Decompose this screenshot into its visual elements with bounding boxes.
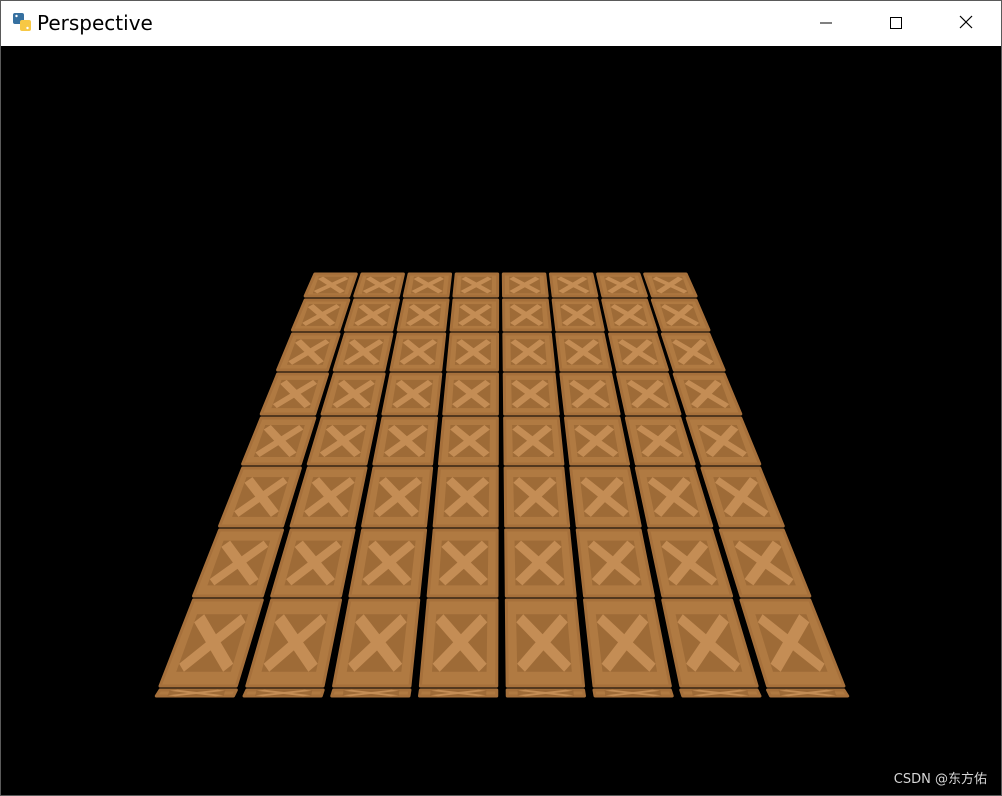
floor-tile xyxy=(449,298,500,332)
floor-tile xyxy=(685,416,762,466)
floor-tile xyxy=(700,466,785,528)
floor-tile xyxy=(218,466,302,528)
floor-tile xyxy=(505,688,586,698)
floor-tile xyxy=(418,688,499,698)
maximize-icon xyxy=(890,14,902,33)
floor-tile xyxy=(389,332,447,372)
watermark: CSDN @东方佑 xyxy=(893,772,987,787)
floor-tile xyxy=(766,688,850,698)
floor-tile xyxy=(501,272,549,298)
python-icon xyxy=(12,12,32,32)
floor-tile xyxy=(270,528,356,598)
minimize-icon xyxy=(820,14,832,33)
floor-tile xyxy=(718,528,812,598)
floor-tile xyxy=(241,416,317,466)
floor-tile xyxy=(583,598,672,688)
floor-tile xyxy=(679,688,762,698)
floor-tile xyxy=(596,272,648,298)
floor-tile xyxy=(289,466,368,528)
floor-tile xyxy=(608,332,669,372)
floor-tile xyxy=(242,688,325,698)
floor-tile xyxy=(154,688,238,698)
floor-tile xyxy=(158,598,264,688)
floor-tile xyxy=(643,272,698,298)
floor-tile xyxy=(303,272,358,298)
close-button[interactable] xyxy=(931,1,1001,46)
window-title: Perspective xyxy=(37,11,153,35)
floor-tile xyxy=(555,332,613,372)
floor-tile xyxy=(372,416,438,466)
floor-tile xyxy=(575,528,655,598)
floor-tile xyxy=(330,688,412,698)
floor-tile xyxy=(332,598,421,688)
floor-tile xyxy=(503,466,571,528)
floor-tile xyxy=(564,416,630,466)
floor-tile xyxy=(502,332,556,372)
minimize-button[interactable] xyxy=(791,1,861,46)
floor-tile xyxy=(504,598,586,688)
floor-tile xyxy=(502,372,560,416)
app-window: Perspective CSDN @东方佑 xyxy=(0,0,1002,796)
floor-tile xyxy=(650,298,711,332)
floor-tile xyxy=(426,528,499,598)
floor-tile xyxy=(290,298,351,332)
floor-tile xyxy=(259,372,329,416)
floor-tile xyxy=(672,372,743,416)
floor-tile xyxy=(245,598,343,688)
floor-tile xyxy=(502,298,552,332)
floor-tile xyxy=(504,528,577,598)
floor-tile xyxy=(548,272,599,298)
floor-tile xyxy=(396,298,450,332)
render-viewport[interactable]: CSDN @东方佑 xyxy=(1,46,1001,795)
maximize-button[interactable] xyxy=(861,1,931,46)
floor-tile xyxy=(661,598,759,688)
floor-tile xyxy=(432,466,499,528)
floor-tile xyxy=(551,298,605,332)
floor-tile xyxy=(191,528,284,598)
floor-tile xyxy=(437,416,499,466)
floor-tile xyxy=(353,272,405,298)
floor-tile xyxy=(276,332,341,372)
floor-tile xyxy=(320,372,386,416)
floor-tile xyxy=(739,598,846,688)
textured-floor xyxy=(154,272,850,698)
floor-tile xyxy=(569,466,642,528)
floor-tile xyxy=(660,332,726,372)
floor-tile xyxy=(343,298,400,332)
floor-tile xyxy=(361,466,434,528)
floor-tile xyxy=(332,332,394,372)
floor-tile xyxy=(624,416,696,466)
floor-tile xyxy=(634,466,714,528)
floor-tile xyxy=(446,332,500,372)
floor-tile xyxy=(348,528,428,598)
floor-tile xyxy=(503,416,565,466)
floor-tile xyxy=(592,688,674,698)
title-bar[interactable]: Perspective xyxy=(1,1,1001,46)
floor-tile xyxy=(452,272,500,298)
floor-tile xyxy=(306,416,378,466)
floor-tile xyxy=(616,372,682,416)
close-icon xyxy=(959,14,973,33)
floor-tile xyxy=(442,372,499,416)
floor-tile xyxy=(559,372,621,416)
floor-tile xyxy=(418,598,499,688)
floor-tile xyxy=(601,298,658,332)
floor-tile xyxy=(381,372,443,416)
floor-tile xyxy=(402,272,453,298)
floor-tile xyxy=(647,528,734,598)
